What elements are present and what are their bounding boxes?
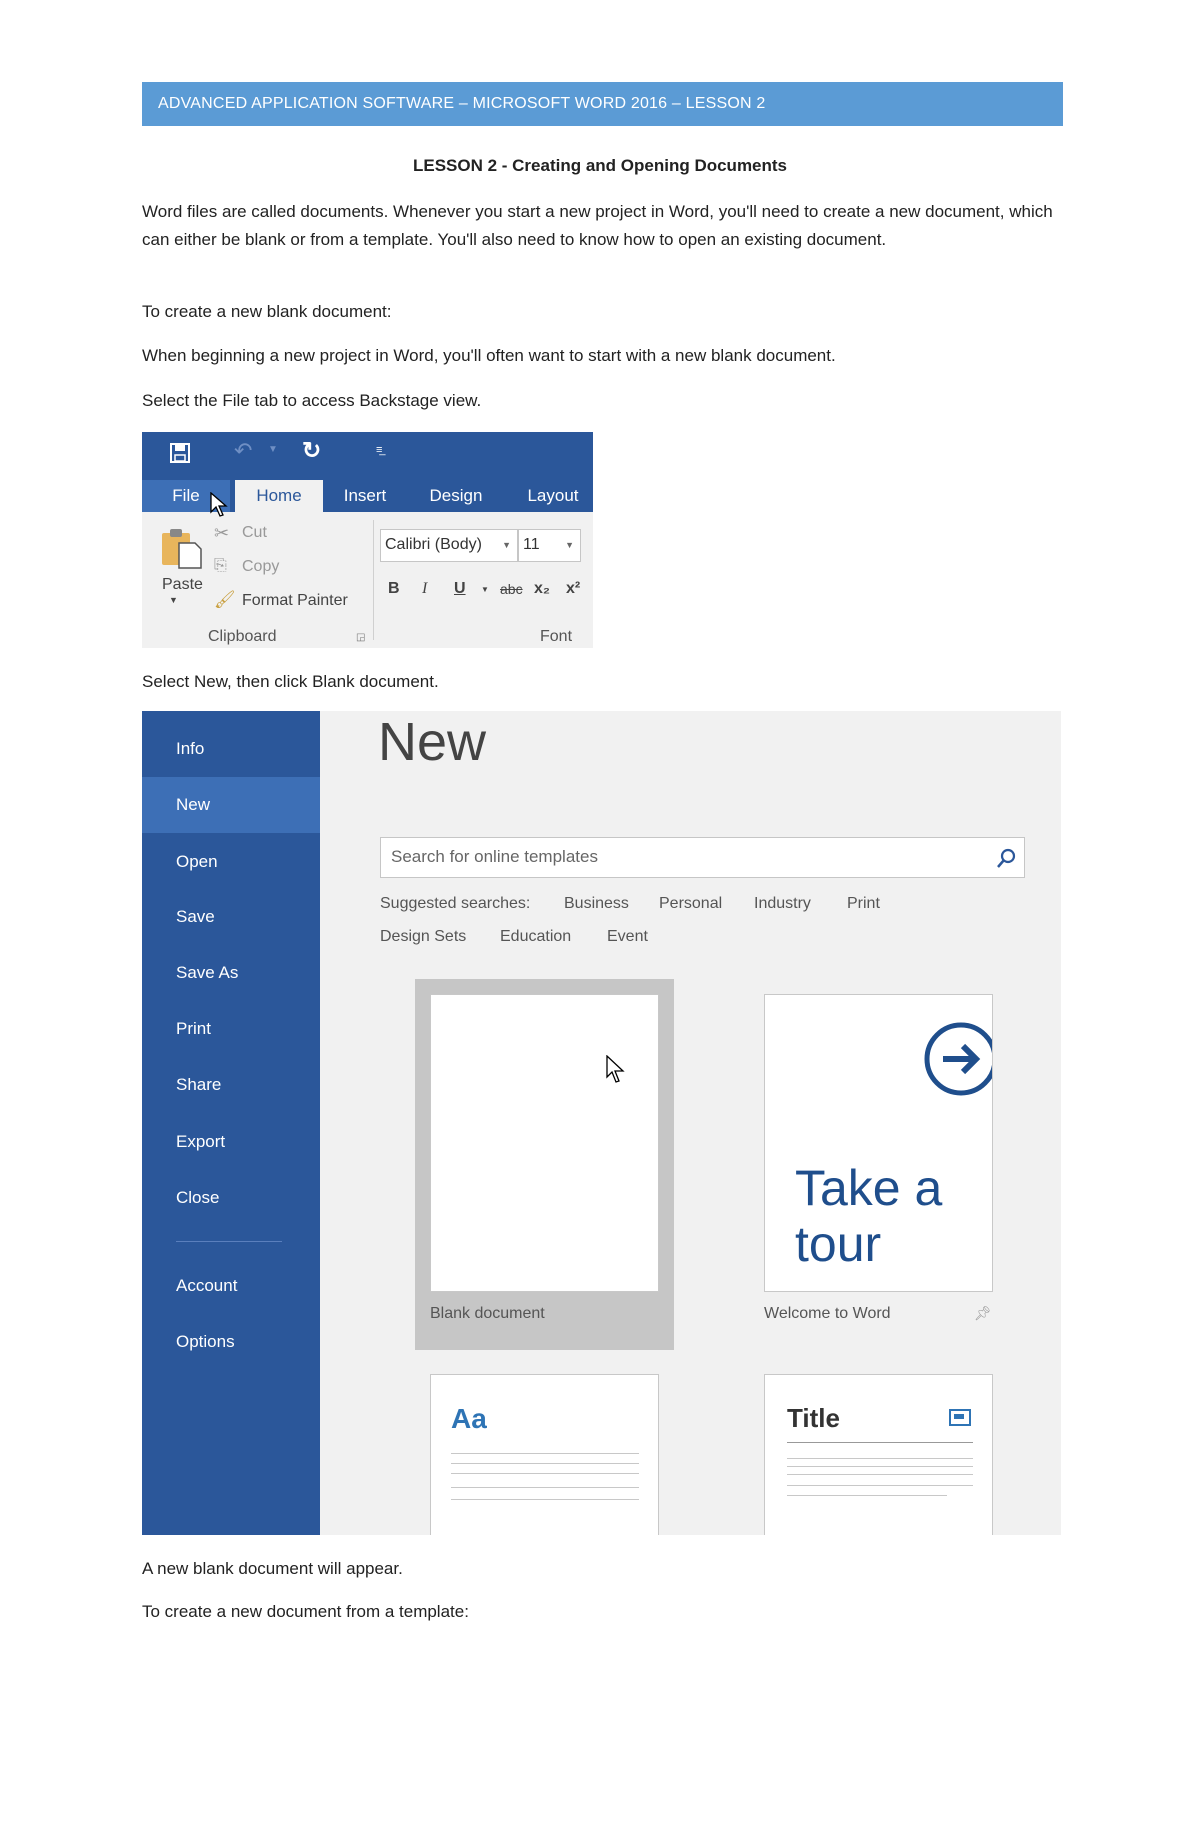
customize-qat-icon[interactable]: ≡̲ (376, 444, 382, 456)
title-underline (787, 1442, 973, 1443)
menu-options[interactable]: Options (142, 1314, 320, 1370)
bold-button[interactable]: B (388, 580, 400, 598)
menu-save-as[interactable]: Save As (142, 945, 320, 1001)
suggested-searches-label: Suggested searches: (380, 895, 531, 912)
font-name-select[interactable]: Calibri (Body) ▼ (380, 529, 518, 562)
suggested-print[interactable]: Print (847, 895, 880, 913)
quick-access-toolbar: ↶ ▼ ↻ ≡̲ File Home Insert Design Layout (142, 432, 593, 517)
document-header: ADVANCED APPLICATION SOFTWARE – MICROSOF… (142, 82, 1063, 126)
menu-close[interactable]: Close (142, 1170, 320, 1226)
blank-description: When beginning a new project in Word, yo… (142, 346, 836, 365)
title-template-tile[interactable]: Title (764, 1374, 993, 1535)
copy-button[interactable]: Copy (242, 558, 279, 576)
superscript-button[interactable]: x² (566, 580, 580, 598)
tour-text-line1: Take a (795, 1160, 943, 1216)
underline-button[interactable]: U (454, 580, 466, 598)
redo-icon[interactable]: ↻ (302, 437, 321, 464)
text-line (451, 1463, 639, 1464)
tour-text-line2: tour (795, 1216, 882, 1272)
search-placeholder: Search for online templates (391, 847, 598, 866)
menu-new[interactable]: New (142, 777, 320, 833)
tab-insert[interactable]: Insert (332, 480, 398, 512)
tab-design[interactable]: Design (422, 480, 490, 512)
font-name-value: Calibri (Body) (385, 536, 482, 553)
text-line (787, 1495, 947, 1496)
paste-icon[interactable] (161, 527, 203, 569)
subscript-button[interactable]: x₂ (534, 580, 550, 598)
chevron-down-icon: ▼ (565, 540, 574, 550)
aa-template-text: Aa (451, 1403, 487, 1434)
tab-home[interactable]: Home (235, 480, 323, 512)
template-search-input[interactable]: Search for online templates (380, 837, 1025, 878)
step-new-blank: Select New, then click Blank document. (142, 672, 439, 691)
chevron-down-icon: ▼ (502, 540, 511, 550)
mouse-cursor-icon (210, 492, 228, 517)
undo-dropdown-icon[interactable]: ▼ (268, 444, 278, 455)
suggested-business[interactable]: Business (564, 895, 629, 913)
template-preview-icon (949, 1409, 971, 1426)
font-size-select[interactable]: 11 ▼ (518, 529, 581, 562)
group-separator (373, 520, 374, 640)
search-icon[interactable] (996, 848, 1016, 868)
clipboard-group-label: Clipboard (208, 628, 277, 645)
copy-icon: ⎘ (214, 557, 227, 574)
ribbon-screenshot: ↶ ▼ ↻ ≡̲ File Home Insert Design Layout … (142, 432, 593, 648)
save-icon[interactable] (170, 443, 190, 463)
backstage-sidebar: Info New Open Save Save As Print Share E… (142, 711, 320, 1535)
suggested-education[interactable]: Education (500, 928, 571, 946)
text-line (787, 1474, 973, 1475)
blank-page-preview (430, 994, 659, 1292)
italic-button[interactable]: I (422, 580, 427, 598)
intro-paragraph: Word files are called documents. Wheneve… (142, 202, 1053, 249)
strikethrough-button[interactable]: abc (500, 581, 523, 597)
welcome-tour-tile[interactable]: Take a tour (764, 994, 993, 1292)
text-line (451, 1473, 639, 1474)
suggested-event[interactable]: Event (607, 928, 648, 946)
cut-button[interactable]: Cut (242, 524, 267, 542)
font-size-value: 11 (523, 536, 540, 553)
paste-button[interactable]: Paste (162, 576, 203, 594)
format-painter-icon: 🖌 (214, 590, 236, 609)
mouse-cursor-icon (606, 1055, 625, 1083)
suggested-industry[interactable]: Industry (754, 895, 811, 913)
menu-save[interactable]: Save (142, 889, 320, 945)
suggested-personal[interactable]: Personal (659, 895, 722, 913)
tab-layout[interactable]: Layout (520, 480, 586, 512)
text-line (451, 1487, 639, 1488)
backstage-heading: New (378, 712, 487, 772)
format-painter-button[interactable]: Format Painter (242, 592, 348, 610)
text-line (787, 1458, 973, 1459)
menu-divider (176, 1241, 282, 1242)
blank-document-label: Blank document (430, 1305, 545, 1322)
template-heading: To create a new document from a template… (142, 1602, 469, 1621)
paste-dropdown-icon[interactable]: ▼ (169, 595, 178, 605)
menu-account[interactable]: Account (142, 1258, 320, 1314)
welcome-to-word-label: Welcome to Word (764, 1305, 891, 1322)
underline-dropdown-icon[interactable]: ▼ (481, 585, 489, 594)
pin-icon[interactable]: 📌︎ (974, 1305, 992, 1322)
menu-share[interactable]: Share (142, 1057, 320, 1113)
lesson-title: LESSON 2 - Creating and Opening Document… (412, 156, 788, 175)
undo-icon[interactable]: ↶ (234, 438, 252, 464)
font-group-label: Font (540, 628, 573, 645)
text-line (451, 1453, 639, 1454)
arrow-circle-icon (924, 1022, 992, 1096)
suggested-design-sets[interactable]: Design Sets (380, 928, 466, 946)
menu-open[interactable]: Open (142, 834, 320, 890)
dialog-launcher-icon[interactable]: ◲ (356, 632, 365, 643)
backstage-screenshot: Info New Open Save Save As Print Share E… (142, 711, 1061, 1535)
result-paragraph: A new blank document will appear. (142, 1559, 403, 1578)
blank-heading: To create a new blank document: (142, 302, 392, 321)
step-file-tab: Select the File tab to access Backstage … (142, 391, 482, 410)
text-line (451, 1499, 639, 1500)
title-template-text: Title (787, 1403, 840, 1433)
aa-template-tile[interactable]: Aa (430, 1374, 659, 1535)
menu-print[interactable]: Print (142, 1001, 320, 1057)
menu-info[interactable]: Info (142, 721, 320, 777)
cut-icon: ✂ (214, 523, 230, 543)
text-line (787, 1466, 973, 1467)
menu-export[interactable]: Export (142, 1114, 320, 1170)
blank-document-tile[interactable]: Blank document (415, 979, 674, 1350)
text-line (787, 1485, 973, 1486)
